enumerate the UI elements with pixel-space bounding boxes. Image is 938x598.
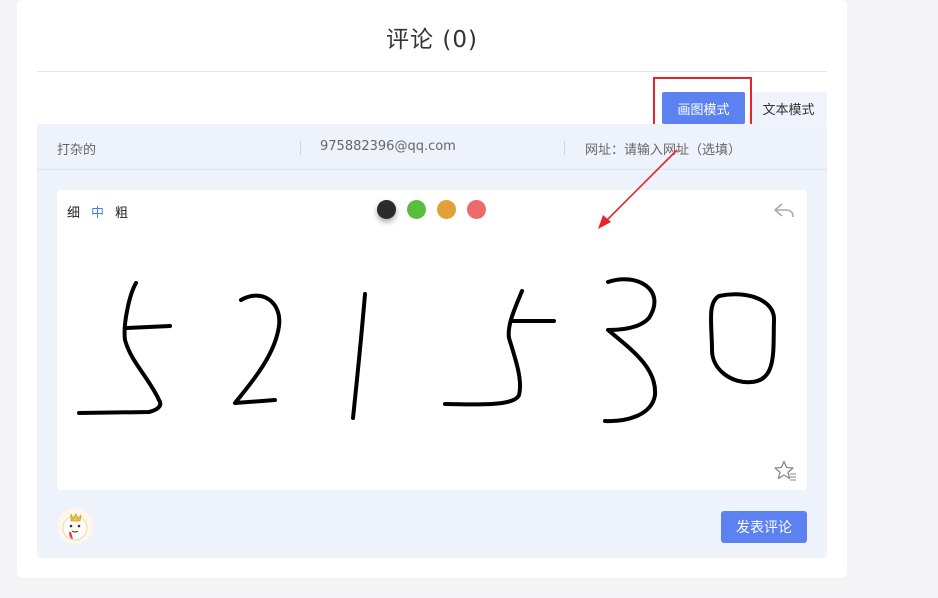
star-icon[interactable] bbox=[773, 460, 797, 486]
title-divider bbox=[37, 71, 827, 72]
handwritten-digits bbox=[77, 277, 777, 424]
comment-card: 评论 (0) 画图模式 文本模式 打杂的 975882396@qq.com 网址… bbox=[17, 0, 847, 578]
stroke-5c-a bbox=[443, 289, 524, 407]
stroke-5-a bbox=[77, 281, 163, 415]
field-separator bbox=[564, 141, 565, 155]
submit-comment-button[interactable]: 发表评论 bbox=[721, 511, 807, 543]
comments-title: 评论 (0) bbox=[386, 27, 478, 53]
text-mode-tab[interactable]: 文本模式 bbox=[750, 92, 827, 124]
website-field[interactable]: 网址：请输入网址（选填） bbox=[585, 139, 741, 158]
stroke-3 bbox=[603, 277, 658, 424]
avatar bbox=[57, 508, 93, 544]
stroke-5-b bbox=[125, 324, 172, 330]
nickname-field[interactable]: 打杂的 bbox=[57, 139, 96, 158]
comment-form-panel: 打杂的 975882396@qq.com 网址：请输入网址（选填） 细 中 粗 bbox=[37, 124, 827, 558]
stroke-0 bbox=[709, 292, 777, 385]
draw-mode-highlight-box bbox=[653, 77, 752, 129]
drawing-canvas[interactable]: 细 中 粗 bbox=[57, 190, 807, 490]
user-info-fields: 打杂的 975882396@qq.com 网址：请输入网址（选填） bbox=[37, 124, 827, 170]
email-field[interactable]: 975882396@qq.com bbox=[320, 139, 456, 154]
stroke-2 bbox=[233, 293, 282, 405]
field-separator bbox=[300, 141, 301, 155]
digit-strokes bbox=[77, 277, 777, 424]
stroke-1 bbox=[351, 292, 367, 420]
